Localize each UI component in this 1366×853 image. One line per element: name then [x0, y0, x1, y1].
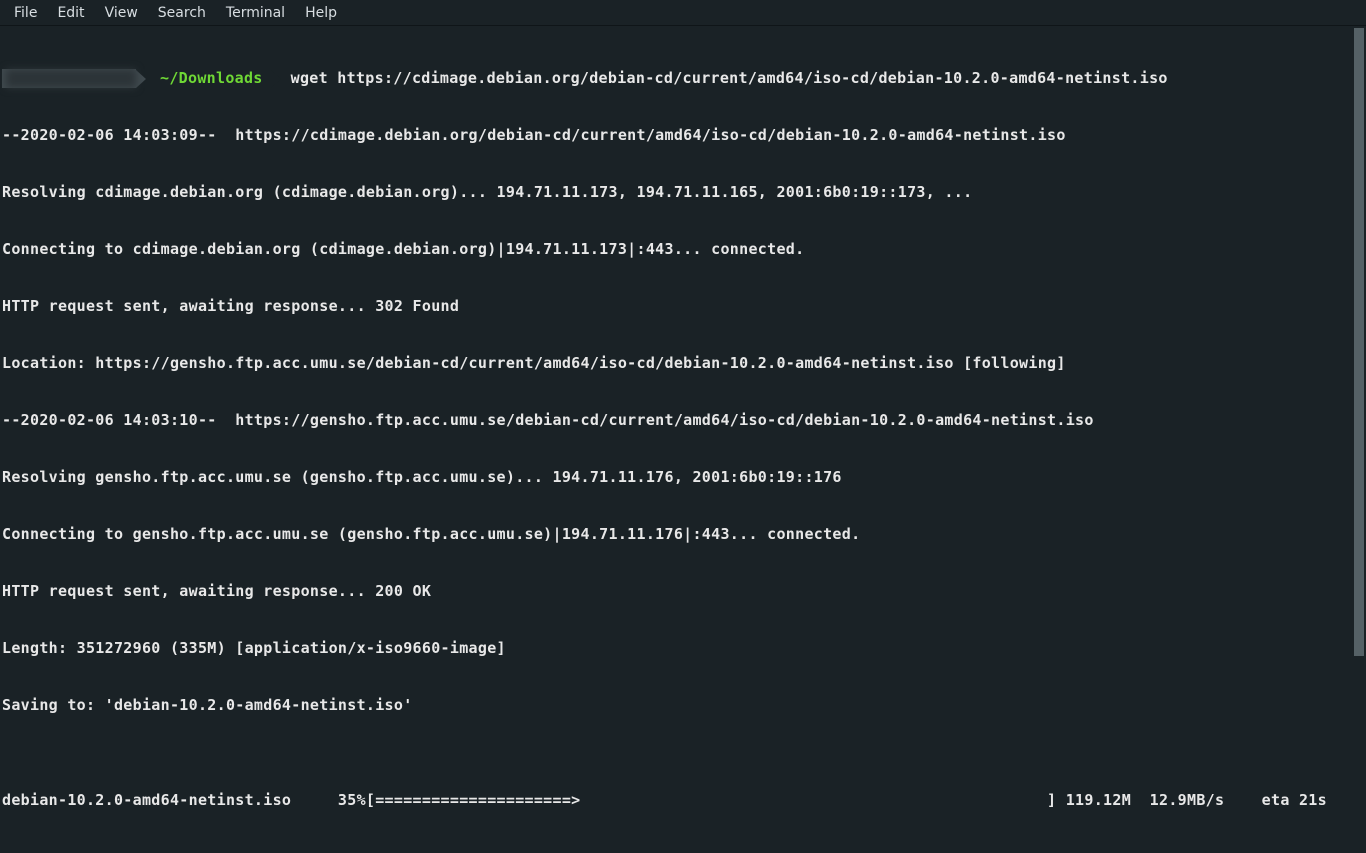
- menu-view[interactable]: View: [95, 2, 148, 24]
- output-line-1: --2020-02-06 14:03:09-- https://cdimage.…: [2, 126, 1364, 145]
- output-line-8: Connecting to gensho.ftp.acc.umu.se (gen…: [2, 525, 1364, 544]
- output-line-11: Saving to: 'debian-10.2.0-amd64-netinst.…: [2, 696, 1364, 715]
- terminal-content: ~/Downloads wget https://cdimage.debian.o…: [0, 26, 1366, 853]
- prompt-arrow-icon: [136, 70, 146, 88]
- output-line-3: Connecting to cdimage.debian.org (cdimag…: [2, 240, 1364, 259]
- menu-search[interactable]: Search: [148, 2, 216, 24]
- terminal-area[interactable]: ~/Downloads wget https://cdimage.debian.o…: [0, 26, 1366, 690]
- output-line-7: Resolving gensho.ftp.acc.umu.se (gensho.…: [2, 468, 1364, 487]
- menubar: File Edit View Search Terminal Help: [0, 0, 1366, 26]
- menu-edit[interactable]: Edit: [47, 2, 94, 24]
- menu-file[interactable]: File: [4, 2, 47, 24]
- scrollbar-thumb[interactable]: [1354, 28, 1364, 656]
- command-text: wget https://cdimage.debian.org/debian-c…: [281, 69, 1168, 88]
- prompt-line: ~/Downloads wget https://cdimage.debian.o…: [2, 69, 1364, 88]
- menu-terminal[interactable]: Terminal: [216, 2, 295, 24]
- scrollbar[interactable]: [1354, 28, 1364, 656]
- prompt-path: ~/Downloads: [146, 69, 271, 88]
- output-progress: debian-10.2.0-amd64-netinst.iso 35%[====…: [2, 791, 1364, 810]
- output-line-9: HTTP request sent, awaiting response... …: [2, 582, 1364, 601]
- prompt-arrow-end-icon: [271, 70, 281, 88]
- output-line-10: Length: 351272960 (335M) [application/x-…: [2, 639, 1364, 658]
- prompt-user-blurred: [6, 69, 136, 88]
- output-line-5: Location: https://gensho.ftp.acc.umu.se/…: [2, 354, 1364, 373]
- output-line-4: HTTP request sent, awaiting response... …: [2, 297, 1364, 316]
- menu-help[interactable]: Help: [295, 2, 347, 24]
- progress-text: debian-10.2.0-amd64-netinst.iso 35%[====…: [2, 791, 1364, 810]
- output-line-2: Resolving cdimage.debian.org (cdimage.de…: [2, 183, 1364, 202]
- output-line-6: --2020-02-06 14:03:10-- https://gensho.f…: [2, 411, 1364, 430]
